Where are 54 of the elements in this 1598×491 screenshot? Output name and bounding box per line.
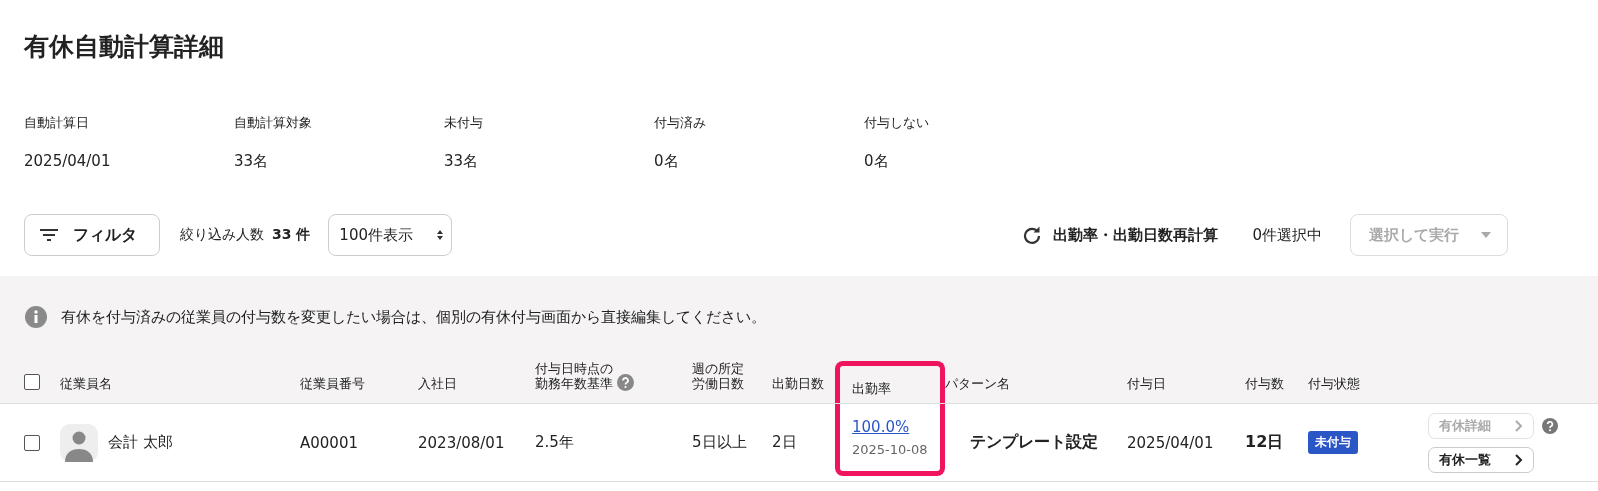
table-cell: 2日	[772, 433, 797, 452]
table-cell: 2.5年	[535, 433, 574, 452]
rate-date: 2025-10-08	[852, 442, 928, 457]
selected-count: 0件選択中	[1252, 225, 1322, 245]
column-header: 週の所定労働日数	[692, 362, 744, 391]
recalculate-button[interactable]: 出勤率・出勤日数再計算	[1017, 224, 1225, 246]
table-cell: A00001	[300, 433, 358, 452]
column-header: 出勤率	[852, 381, 891, 396]
filter-button[interactable]: フィルタ	[24, 214, 160, 256]
page-size-select[interactable]: 100件表示	[328, 214, 453, 256]
notice-text: 有休を付与済みの従業員の付与数を変更したい場合は、個別の有休付与画面から直接編集してください。	[61, 307, 766, 327]
stat-label: 自動計算対象	[234, 114, 313, 132]
filter-icon	[39, 228, 59, 242]
column-header: 付与日	[1127, 376, 1166, 391]
avatar-icon	[60, 423, 98, 462]
pattern-name: テンプレート設定	[970, 432, 1098, 453]
refresh-icon	[1023, 226, 1042, 244]
column-header: 付与日時点の勤務年数基準	[535, 362, 613, 391]
filtered-count-label: 絞り込み人数	[180, 226, 264, 244]
stat-label: 付与済み	[654, 114, 707, 132]
stat-value: 2025/04/01	[24, 152, 112, 170]
grant-count: 12日	[1245, 432, 1284, 453]
help-icon[interactable]	[617, 374, 634, 391]
leave-list-button[interactable]: 有休一覧	[1428, 446, 1534, 473]
table-cell: 5日以上	[692, 433, 747, 452]
page-title: 有休自動計算詳細	[23, 31, 225, 63]
column-header: 出勤日数	[772, 376, 824, 391]
info-icon	[25, 306, 47, 328]
spinner-icon	[437, 230, 444, 240]
column-header: 付与数	[1245, 376, 1284, 391]
chevron-icon	[1515, 453, 1523, 466]
column-header: 従業員番号	[300, 376, 365, 391]
column-header: パターン名	[945, 376, 1010, 391]
caret-icon	[1481, 232, 1491, 238]
row-checkbox[interactable]	[24, 434, 40, 451]
stat-label: 付与しない	[864, 114, 930, 132]
column-header: 入社日	[418, 376, 457, 391]
column-header: 従業員名	[60, 376, 112, 391]
column-header: 付与状態	[1308, 376, 1360, 391]
chevron-icon	[1515, 419, 1523, 432]
status-badge: 未付与	[1308, 431, 1358, 454]
stat-label: 未付与	[444, 114, 484, 132]
attendance-rate-link[interactable]: 100.0%	[852, 418, 910, 436]
filtered-count: 33 件	[272, 226, 311, 244]
table-cell: 2025/04/01	[1127, 433, 1214, 452]
table-cell: 2023/08/01	[418, 433, 505, 452]
stat-label: 自動計算日	[24, 114, 90, 132]
stat-value: 0名	[654, 152, 680, 171]
select-all-checkbox[interactable]	[24, 374, 40, 390]
stat-value: 33名	[444, 152, 480, 171]
stat-value: 33名	[234, 152, 270, 171]
employee-name: 会計 太郎	[108, 433, 173, 452]
help-icon[interactable]	[1542, 417, 1558, 434]
stat-value: 0名	[864, 152, 890, 171]
